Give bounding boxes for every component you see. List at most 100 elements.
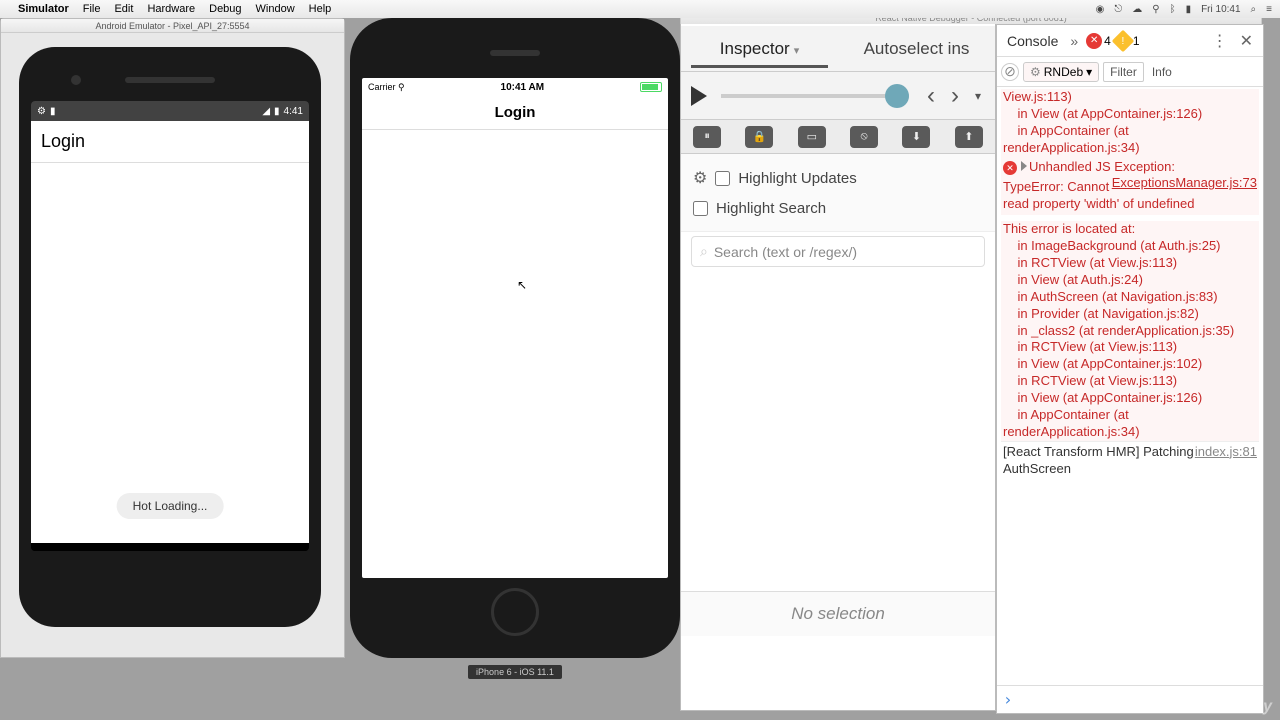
log-source-link[interactable]: index.js:81 — [1195, 444, 1257, 461]
highlight-search-checkbox[interactable] — [693, 201, 708, 216]
warn-count[interactable]: !1 — [1115, 33, 1140, 49]
menu-hardware[interactable]: Hardware — [147, 3, 195, 15]
wifi-icon: ⚲ — [1152, 4, 1159, 15]
card-button[interactable]: ▭ — [798, 126, 826, 148]
inspector-options: ⚙ Highlight Updates Highlight Search — [681, 154, 995, 232]
highlight-search-label: Highlight Search — [716, 200, 826, 217]
gear-icon: ⚙ — [1030, 65, 1041, 79]
menu-help[interactable]: Help — [309, 3, 332, 15]
play-icon[interactable] — [691, 86, 707, 106]
android-screen[interactable]: ⚙ ▮ ◢ ▮ 4:41 Login Hot Loading... — [31, 101, 309, 551]
menu-window[interactable]: Window — [256, 3, 295, 15]
console-panel: Console » ✕4 !1 ⋮ ✕ ⊘ ⚙RNDeb▾ Filter Inf… — [996, 24, 1264, 714]
search-icon: ⌕ — [700, 243, 708, 260]
next-icon[interactable]: › — [947, 82, 963, 110]
menubar-clock: Fri 10:41 — [1201, 4, 1240, 15]
lock-button[interactable]: 🔒 — [745, 126, 773, 148]
android-app-title: Login — [31, 121, 309, 163]
speaker — [125, 77, 215, 83]
upload-button[interactable]: ⬆ — [955, 126, 983, 148]
battery-icon: ▮ — [1186, 4, 1192, 15]
expand-icon[interactable]: » — [1066, 33, 1082, 49]
ios-screen[interactable]: Carrier ⚲ 10:41 AM Login ↖ — [362, 78, 668, 578]
notif-icon[interactable]: ≡ — [1266, 4, 1272, 15]
gear-icon[interactable]: ⚙ — [693, 168, 707, 188]
prev-icon[interactable]: ‹ — [923, 82, 939, 110]
battery-icon — [640, 82, 662, 92]
timeline-slider[interactable] — [721, 94, 909, 98]
ios-carrier: Carrier — [368, 82, 396, 92]
error-count[interactable]: ✕4 — [1086, 33, 1111, 49]
inspector-tree[interactable] — [681, 271, 995, 591]
highlight-updates-checkbox[interactable] — [715, 171, 730, 186]
status-icon: ◉ — [1096, 4, 1105, 15]
close-icon[interactable]: ✕ — [1236, 31, 1257, 51]
bluetooth-icon: ᛒ — [1170, 4, 1176, 15]
console-error-stack: This error is located at: in ImageBackgr… — [1001, 221, 1259, 441]
console-tab[interactable]: Console — [1003, 29, 1062, 53]
disclosure-icon[interactable] — [1021, 161, 1027, 171]
chevron-down-icon[interactable]: ▾ — [971, 89, 985, 103]
android-emulator-window: Android Emulator - Pixel_API_27:5554 ⚙ ▮… — [0, 18, 345, 658]
highlight-updates-label: Highlight Updates — [738, 170, 856, 187]
stopwatch-button[interactable]: ⦸ — [850, 126, 878, 148]
inspector-search[interactable]: ⌕ Search (text or /regex/) — [691, 236, 985, 267]
chevron-down-icon[interactable]: ▾ — [794, 45, 800, 57]
menu-file[interactable]: File — [83, 3, 101, 15]
inspector-panel: Inspector▾ Autoselect ins ‹ › ▾ ⏸ 🔒 ▭ ⦸ … — [680, 11, 996, 711]
clear-console-icon[interactable]: ⊘ — [1001, 63, 1019, 81]
inspector-toolbar2: ⏸ 🔒 ▭ ⦸ ⬇ ⬆ — [681, 120, 995, 154]
slider-knob[interactable] — [885, 84, 909, 108]
pause-button[interactable]: ⏸ — [693, 126, 721, 148]
search-placeholder: Search (text or /regex/) — [714, 244, 857, 260]
inspector-no-selection: No selection — [681, 591, 995, 636]
context-selector[interactable]: ⚙RNDeb▾ — [1023, 62, 1099, 82]
android-clock: 4:41 — [284, 106, 303, 117]
gear-icon: ⚙ — [37, 106, 46, 117]
console-subtoolbar: ⊘ ⚙RNDeb▾ Filter Info — [997, 57, 1263, 87]
info-button[interactable]: Info — [1148, 63, 1176, 81]
android-statusbar: ⚙ ▮ ◢ ▮ 4:41 — [31, 101, 309, 121]
search-icon[interactable]: ⌕ — [1251, 4, 1257, 15]
error-source-link[interactable]: ExceptionsManager.js:73 — [1112, 175, 1257, 192]
console-error-header[interactable]: ✕Unhandled JS Exception: ExceptionsManag… — [1001, 157, 1259, 178]
status-icon: ☁ — [1132, 4, 1142, 15]
speaker — [490, 50, 540, 56]
watermark: Udemy — [1219, 698, 1272, 716]
ios-clock: 10:41 AM — [501, 82, 545, 93]
console-output[interactable]: View.js:113) in View (at AppContainer.js… — [997, 87, 1263, 685]
filter-button[interactable]: Filter — [1103, 62, 1144, 82]
ios-device-label: iPhone 6 - iOS 11.1 — [350, 662, 680, 680]
kebab-icon[interactable]: ⋮ — [1208, 31, 1232, 51]
android-device-frame: ⚙ ▮ ◢ ▮ 4:41 Login Hot Loading... — [19, 47, 321, 627]
download-button[interactable]: ⬇ — [902, 126, 930, 148]
inspector-toolbar: ‹ › ▾ — [681, 72, 995, 120]
console-log-line: index.js:81 [React Transform HMR] Patchi… — [1001, 441, 1259, 480]
mac-menubar: Simulator File Edit Hardware Debug Windo… — [0, 0, 1280, 18]
home-button[interactable] — [491, 588, 539, 636]
ios-statusbar: Carrier ⚲ 10:41 AM — [362, 78, 668, 96]
error-icon: ✕ — [1003, 161, 1017, 175]
console-tabbar: Console » ✕4 !1 ⋮ ✕ — [997, 25, 1263, 57]
battery-icon: ▮ — [50, 106, 56, 117]
menu-edit[interactable]: Edit — [114, 3, 133, 15]
hot-loading-toast: Hot Loading... — [117, 493, 224, 519]
camera-dot — [71, 75, 81, 85]
android-window-title: Android Emulator - Pixel_API_27:5554 — [1, 19, 344, 33]
menu-debug[interactable]: Debug — [209, 3, 241, 15]
ios-app-title: Login — [362, 96, 668, 130]
signal-icon: ◢ — [262, 106, 270, 117]
wifi-icon: ⚲ — [398, 82, 405, 92]
ios-device-frame: Carrier ⚲ 10:41 AM Login ↖ — [350, 18, 680, 658]
tab-autoselect[interactable]: Autoselect ins — [838, 31, 995, 67]
tab-inspector[interactable]: Inspector▾ — [681, 31, 838, 67]
ios-simulator-window: Carrier ⚲ 10:41 AM Login ↖ iPhone 6 - iO… — [350, 18, 680, 696]
menubar-app[interactable]: Simulator — [18, 3, 69, 15]
inspector-tabs: Inspector▾ Autoselect ins — [681, 26, 995, 72]
android-navbar — [31, 543, 309, 551]
status-icon: ⎋ — [1114, 4, 1122, 15]
console-error-line: View.js:113) in View (at AppContainer.js… — [1001, 89, 1259, 157]
cursor-icon: ↖ — [517, 278, 527, 292]
android-app-body[interactable]: Hot Loading... — [31, 163, 309, 543]
battery-icon: ▮ — [274, 106, 280, 117]
